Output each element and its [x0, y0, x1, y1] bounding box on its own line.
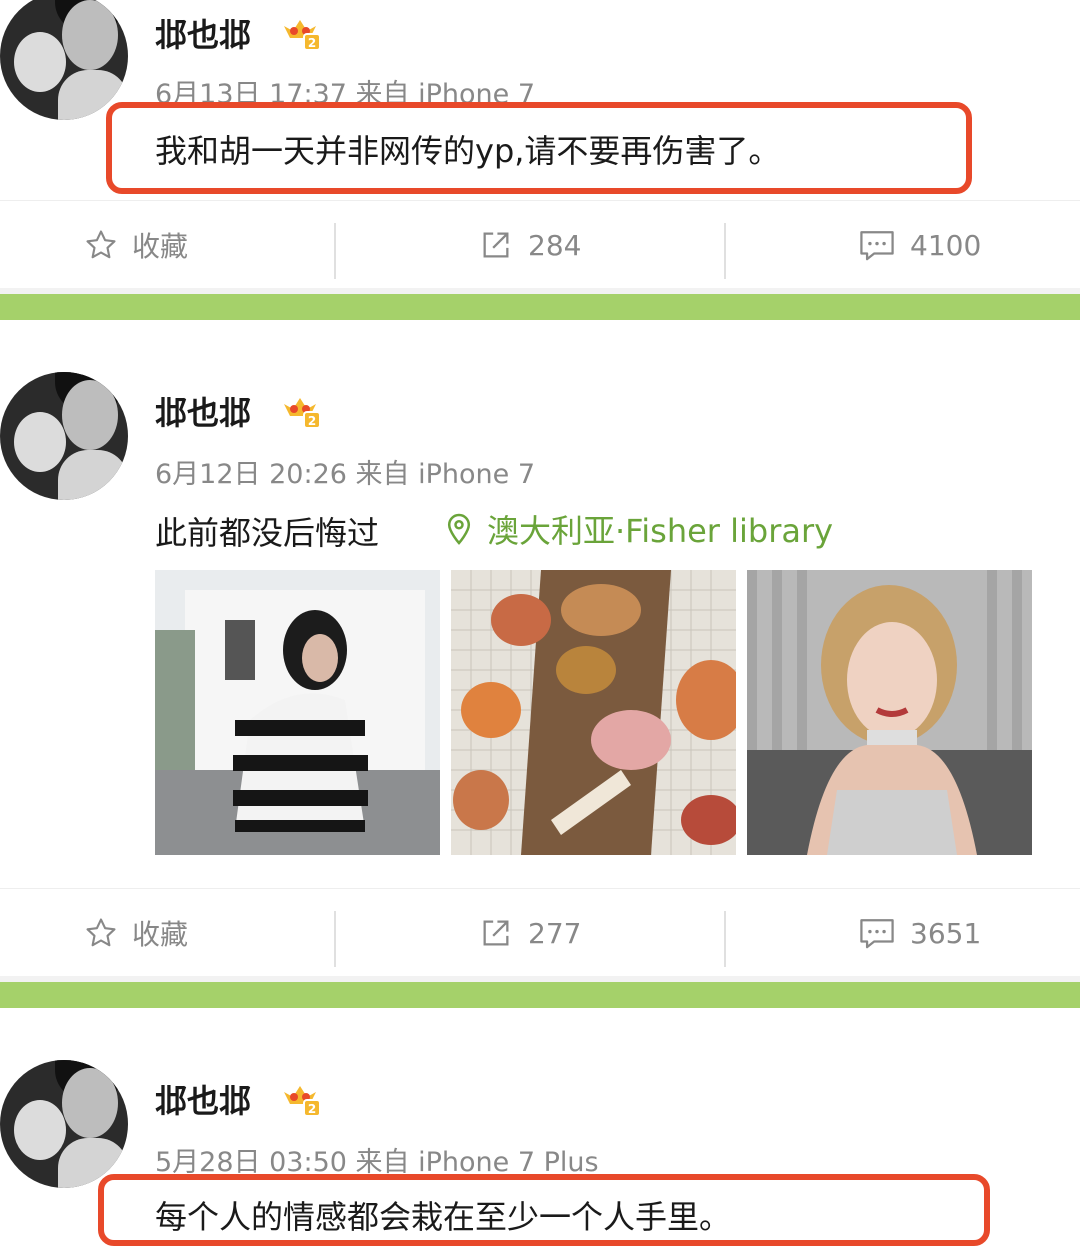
username[interactable]: 邶也邶 [155, 388, 251, 434]
post-text: 此前都没后悔过 [155, 514, 380, 552]
location-link[interactable]: 澳大利亚·Fisher library [445, 506, 833, 552]
favorite-button[interactable]: 收藏 [84, 201, 188, 289]
photo-grid [155, 570, 1033, 855]
photo-2[interactable] [451, 570, 736, 855]
post-text: 我和胡一天并非网传的yp,请不要再伤害了。 [155, 132, 781, 170]
post-source: 来自 iPhone 7 [355, 459, 536, 490]
photo-1[interactable] [155, 570, 440, 855]
repost-count: 284 [528, 228, 582, 262]
section-separator [0, 982, 1080, 1008]
favorite-label: 收藏 [132, 918, 189, 951]
location-pin-icon [447, 513, 471, 545]
comment-count: 4100 [910, 228, 982, 262]
avatar[interactable] [0, 1060, 128, 1188]
divider [334, 223, 336, 279]
star-icon [86, 918, 116, 947]
comment-count: 3651 [910, 916, 982, 950]
divider [334, 911, 336, 967]
vip-crown-icon: 2 [284, 1086, 320, 1116]
photo-3[interactable] [747, 570, 1032, 855]
post-meta: 6月12日 20:26 来自 iPhone 7 [155, 452, 535, 491]
location-label: 澳大利亚·Fisher library [487, 512, 834, 550]
star-icon [86, 230, 116, 259]
comment-button[interactable]: 3651 [858, 889, 981, 977]
repost-button[interactable]: 277 [478, 889, 581, 977]
vip-crown-icon: 2 [284, 20, 320, 50]
post-2: 邶也邶 2 6月12日 20:26 来自 iPhone 7 此前都没后悔过 澳大… [0, 320, 1080, 880]
comment-icon [860, 919, 894, 949]
comment-button[interactable]: 4100 [858, 201, 981, 289]
svg-text:2: 2 [308, 1102, 316, 1116]
share-icon [483, 920, 509, 946]
post-time: 6月12日 20:26 [155, 459, 347, 490]
divider [724, 223, 726, 279]
share-icon [483, 232, 509, 258]
svg-text:2: 2 [308, 36, 316, 50]
username[interactable]: 邶也邶 [155, 1076, 251, 1122]
comment-icon [860, 231, 894, 261]
repost-count: 277 [528, 916, 582, 950]
action-bar: 收藏 277 3651 [0, 888, 1080, 976]
favorite-button[interactable]: 收藏 [84, 889, 188, 977]
favorite-label: 收藏 [132, 230, 189, 263]
repost-button[interactable]: 284 [478, 201, 581, 289]
vip-crown-icon: 2 [284, 398, 320, 428]
divider [724, 911, 726, 967]
avatar[interactable] [0, 372, 128, 500]
post-text: 每个人的情感都会栽在至少一个人手里。 [155, 1198, 732, 1236]
avatar[interactable] [0, 0, 128, 120]
section-separator [0, 294, 1080, 320]
svg-text:2: 2 [308, 414, 316, 428]
username[interactable]: 邶也邶 [155, 10, 251, 56]
action-bar: 收藏 284 4100 [0, 200, 1080, 288]
post-3: 邶也邶 2 5月28日 03:50 来自 iPhone 7 Plus 每个人的情… [0, 1008, 1080, 1254]
